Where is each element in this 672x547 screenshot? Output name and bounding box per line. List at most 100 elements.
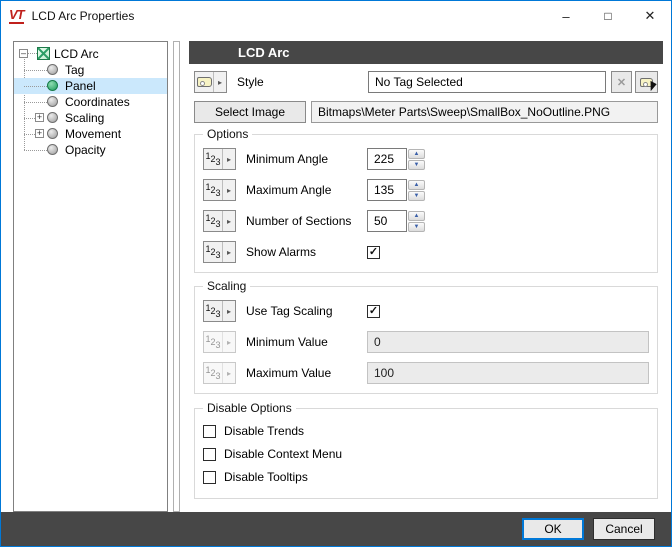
ok-button[interactable]: OK [522,518,584,540]
disable-tooltips-row: Disable Tooltips [203,467,649,487]
pick-tag-button[interactable] [635,71,658,93]
chevron-right-icon: ▸ [223,180,235,200]
style-tag-split-button[interactable]: ▸ [194,71,227,93]
tree-item-scaling[interactable]: + Scaling [14,110,167,126]
number-of-sections-spinner: ▲ ▼ [367,210,425,232]
arrow-up-icon: ▲ [414,151,420,157]
expand-expander-icon[interactable]: + [35,113,44,122]
style-row: ▸ Style ✕ [194,71,658,93]
numeric-tag-icon: 123 [204,363,223,383]
tree-item-tag[interactable]: Tag [14,62,167,78]
tree-stub [24,118,35,119]
minimum-angle-tag-split-button[interactable]: 123 ▸ [203,148,236,170]
spin-up-button[interactable]: ▲ [408,149,425,159]
spinner-buttons: ▲ ▼ [408,149,425,170]
gray-node-icon [47,112,58,123]
clear-x-icon: ✕ [617,76,626,89]
disable-tooltips-checkbox[interactable] [203,471,216,484]
cancel-button[interactable]: Cancel [593,518,655,540]
use-tag-scaling-tag-split-button[interactable]: 123 ▸ [203,300,236,322]
minimum-value-tag-split-button: 123 ▸ [203,331,236,353]
minimize-button[interactable]: – [545,1,587,31]
disable-context-menu-checkbox[interactable] [203,448,216,461]
window-controls: – □ ✕ [545,1,671,31]
arrow-up-icon: ▲ [414,182,420,188]
disable-trends-label: Disable Trends [224,424,304,438]
tree-root-label: LCD Arc [54,46,99,62]
spinner-buttons: ▲ ▼ [408,211,425,232]
options-group-title: Options [203,127,252,141]
chevron-right-icon: ▸ [223,211,235,231]
show-alarms-row: 123 ▸ Show Alarms ✓ [203,241,649,263]
tree-item-coordinates[interactable]: Coordinates [14,94,167,110]
dialog-footer: OK Cancel [1,512,671,546]
disable-trends-checkbox[interactable] [203,425,216,438]
maximum-value-tag-split-button: 123 ▸ [203,362,236,384]
disable-context-menu-label: Disable Context Menu [224,447,342,461]
maximum-angle-row: 123 ▸ Maximum Angle ▲ ▼ [203,179,649,201]
cursor-arrow-icon [646,80,656,91]
maximize-button[interactable]: □ [587,1,629,31]
green-node-icon [47,80,58,91]
use-tag-scaling-checkbox[interactable]: ✓ [367,305,380,318]
maximum-value-row: 123 ▸ Maximum Value [203,362,649,384]
tree-item-label: Movement [65,126,121,142]
tag-picker-icon [640,78,653,87]
gray-node-icon [47,64,58,75]
properties-panel: LCD Arc ▸ Style ✕ Select Image Bitmaps\M… [189,41,663,499]
lcd-arc-tag-icon [37,47,50,60]
tag-icon [195,72,214,92]
select-image-button[interactable]: Select Image [194,101,306,123]
property-tree: – LCD Arc Tag Panel Coordinates + Scalin… [13,41,168,512]
expand-expander-icon[interactable]: + [35,129,44,138]
arrow-down-icon: ▼ [414,224,420,230]
chevron-right-icon: ▸ [214,72,226,92]
tree-item-label: Scaling [65,110,104,126]
maximum-angle-label: Maximum Angle [246,183,367,197]
tree-stub [24,70,47,71]
chevron-right-icon: ▸ [223,149,235,169]
tree-root-lcd-arc[interactable]: – LCD Arc [14,46,167,62]
tree-item-label: Tag [65,62,84,78]
tree-item-label: Opacity [65,142,106,158]
show-alarms-checkbox[interactable]: ✓ [367,246,380,259]
style-label: Style [237,75,368,89]
show-alarms-label: Show Alarms [246,245,367,259]
collapse-expander-icon[interactable]: – [19,49,28,58]
tree-item-panel[interactable]: Panel [14,78,167,94]
maximum-angle-input[interactable] [367,179,407,201]
spin-up-button[interactable]: ▲ [408,211,425,221]
use-tag-scaling-row: 123 ▸ Use Tag Scaling ✓ [203,300,649,322]
tree-panel-splitter[interactable] [173,41,180,512]
lcd-arc-properties-dialog: VT LCD Arc Properties – □ ✕ – LCD Arc Ta… [0,0,672,547]
minimum-value-input [367,331,649,353]
spin-down-button[interactable]: ▼ [408,191,425,201]
checkmark-icon: ✓ [369,247,378,258]
scaling-group: Scaling 123 ▸ Use Tag Scaling ✓ 123 ▸ Mi… [194,286,658,394]
vt-logo: VT [9,9,24,24]
number-of-sections-tag-split-button[interactable]: 123 ▸ [203,210,236,232]
tree-item-opacity[interactable]: Opacity [14,142,167,158]
tree-stub [24,150,47,151]
minimum-angle-input[interactable] [367,148,407,170]
show-alarms-tag-split-button[interactable]: 123 ▸ [203,241,236,263]
spin-up-button[interactable]: ▲ [408,180,425,190]
minimum-value-row: 123 ▸ Minimum Value [203,331,649,353]
numeric-tag-icon: 123 [204,301,223,321]
gray-node-icon [47,144,58,155]
tree-item-movement[interactable]: + Movement [14,126,167,142]
spin-down-button[interactable]: ▼ [408,222,425,232]
numeric-tag-icon: 123 [204,180,223,200]
chevron-right-icon: ▸ [223,363,235,383]
panel-title-bar: LCD Arc [189,41,663,64]
close-button[interactable]: ✕ [629,1,671,31]
numeric-tag-icon: 123 [204,242,223,262]
clear-style-button[interactable]: ✕ [611,71,632,93]
checkmark-icon: ✓ [369,306,378,317]
maximum-angle-tag-split-button[interactable]: 123 ▸ [203,179,236,201]
spin-down-button[interactable]: ▼ [408,160,425,170]
number-of-sections-label: Number of Sections [246,214,367,228]
tree-item-label: Coordinates [65,94,130,110]
number-of-sections-input[interactable] [367,210,407,232]
style-input[interactable] [368,71,606,93]
